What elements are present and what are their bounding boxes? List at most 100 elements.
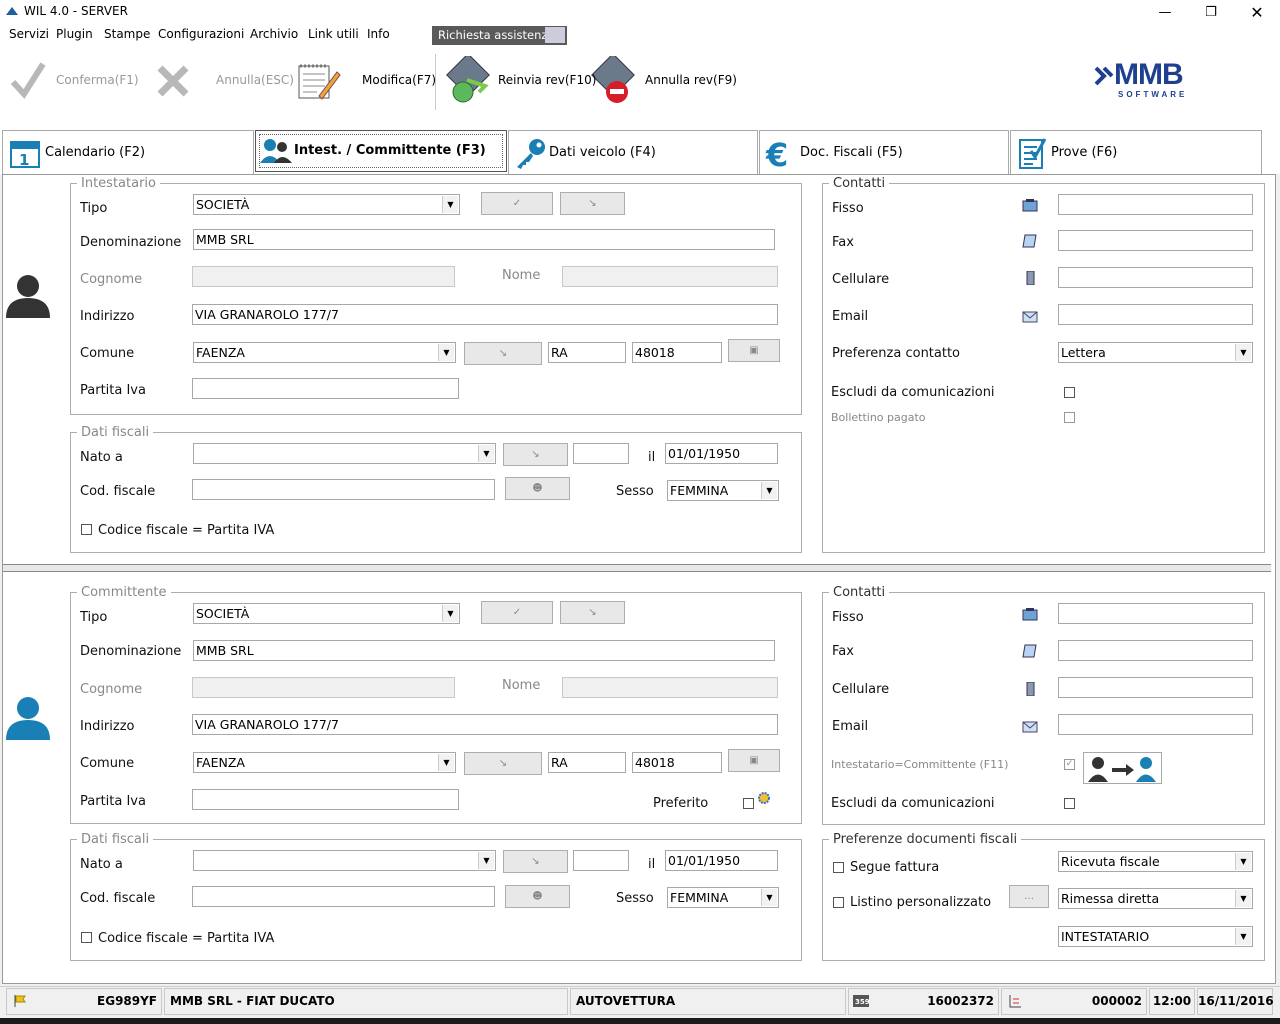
preferenza-select[interactable]: Lettera ▼ [1058, 342, 1253, 363]
comm-cap-input[interactable]: 48018 [632, 752, 722, 773]
minimize-button[interactable]: — [1142, 0, 1188, 24]
list-icon [1009, 995, 1021, 1008]
comm-address-map-button[interactable]: ▣ [728, 749, 780, 772]
fax-icon [1022, 234, 1037, 248]
provincia-input[interactable]: RA [548, 342, 626, 363]
menu-info[interactable]: Info [367, 27, 390, 41]
comm-cellulare-input[interactable] [1058, 677, 1253, 698]
email-input[interactable] [1058, 304, 1253, 325]
nato-prov-input[interactable] [573, 443, 629, 464]
status-tipo: AUTOVETTURA [570, 988, 846, 1015]
comm-sesso-select[interactable]: FEMMINA ▼ [667, 887, 779, 908]
comm-fisso-input[interactable] [1058, 603, 1253, 624]
listino-checkbox[interactable] [833, 897, 844, 908]
intestatario-user-icon [6, 275, 50, 318]
cancel-rev-button[interactable]: Annulla rev(F9) [645, 73, 737, 87]
address-map-button[interactable]: ▣ [728, 339, 780, 362]
int-eq-comm-checkbox[interactable]: ✓ [1064, 759, 1075, 770]
committente-legend: Committente [81, 585, 167, 600]
cellulare-input[interactable] [1058, 267, 1253, 288]
menu-servizi[interactable]: Servizi [9, 27, 49, 41]
tab-doc-fiscali-label: Doc. Fiscali (F5) [800, 145, 903, 160]
comm-denominazione-input[interactable]: MMB SRL [193, 640, 775, 661]
comm-tipo-action-button-1[interactable]: ✓ [481, 601, 553, 624]
assistance-button[interactable]: Richiesta assistenza [432, 26, 567, 45]
cf-input[interactable] [192, 479, 495, 500]
comm-nato-a-search-button[interactable]: ↘ [503, 850, 568, 873]
resend-rev-button[interactable]: Reinvia rev(F10) [498, 73, 596, 87]
fax-input[interactable] [1058, 230, 1253, 251]
copy-intestatario-button[interactable] [1083, 752, 1162, 784]
svg-text:359: 359 [855, 998, 869, 1006]
tab-intestatario[interactable]: Intest. / Committente (F3) [255, 130, 507, 172]
comm-email-input[interactable] [1058, 714, 1253, 735]
tipo-action-button-1[interactable]: ✓ [481, 192, 553, 215]
modify-button[interactable]: Modifica(F7) [362, 73, 436, 87]
menu-archivio[interactable]: Archivio [250, 27, 298, 41]
section-divider[interactable] [3, 564, 1271, 572]
menu-stampe[interactable]: Stampe [104, 27, 150, 41]
cognome-input[interactable] [192, 266, 455, 287]
comm-indirizzo-input[interactable]: VIA GRANAROLO 177/7 [192, 714, 778, 735]
comm-cognome-input[interactable] [192, 677, 455, 698]
cf-calc-button[interactable]: ☻ [505, 477, 570, 500]
comm-provincia-input[interactable]: RA [548, 752, 626, 773]
bollettino-checkbox[interactable] [1064, 412, 1075, 423]
segue-fattura-checkbox[interactable] [833, 862, 844, 873]
comm-fax-input[interactable] [1058, 640, 1253, 661]
comm-piva-input[interactable] [192, 789, 459, 810]
chevron-down-icon: ▼ [1235, 890, 1251, 907]
nato-a-search-button[interactable]: ↘ [503, 443, 568, 466]
tipo-action-button-2[interactable]: ↘ [560, 192, 625, 215]
denominazione-input[interactable]: MMB SRL [193, 229, 775, 250]
phone-icon [1022, 608, 1038, 621]
menu-link-utili[interactable]: Link utili [308, 27, 359, 41]
comm-data-nascita-input[interactable]: 01/01/1950 [665, 850, 778, 871]
cap-input[interactable]: 48018 [632, 342, 722, 363]
data-nascita-input[interactable]: 01/01/1950 [665, 443, 778, 464]
comm-comune-search-button[interactable]: ↘ [464, 752, 542, 775]
chevron-down-icon: ▼ [478, 445, 494, 462]
cancel-button[interactable]: Annulla(ESC) [216, 73, 294, 87]
piva-input[interactable] [192, 378, 459, 399]
tab-dati-veicolo[interactable]: Dati veicolo (F4) [508, 130, 758, 174]
nome-input[interactable] [562, 266, 778, 287]
comune-search-button[interactable]: ↘ [464, 342, 542, 365]
fisso-input[interactable] [1058, 194, 1253, 215]
cf-eq-piva-checkbox[interactable] [81, 524, 92, 535]
comm-nato-prov-input[interactable] [573, 850, 629, 871]
comm-tipo-select[interactable]: SOCIETÀ ▼ [193, 603, 460, 624]
comm-nato-a-label: Nato a [80, 857, 123, 872]
tab-calendario[interactable]: 1 Calendario (F2) [2, 130, 254, 174]
listino-button[interactable]: … [1009, 885, 1049, 908]
comune-select[interactable]: FAENZA ▼ [193, 342, 456, 363]
comm-cf-eq-piva-checkbox[interactable] [81, 932, 92, 943]
rimessa-select[interactable]: Rimessa diretta ▼ [1058, 888, 1253, 909]
escludi2-checkbox[interactable] [1064, 798, 1075, 809]
tab-doc-fiscali[interactable]: € Doc. Fiscali (F5) [759, 130, 1009, 174]
comm-nato-a-select[interactable]: ▼ [193, 850, 496, 871]
comm-tipo-action-button-2[interactable]: ↘ [560, 601, 625, 624]
tab-prove[interactable]: Prove (F6) [1010, 130, 1262, 174]
restore-button[interactable]: ❐ [1188, 0, 1234, 24]
cf-label: Cod. fiscale [80, 484, 156, 499]
nato-a-select[interactable]: ▼ [193, 443, 496, 464]
tipo-value: SOCIETÀ [196, 197, 250, 212]
tipo-select[interactable]: SOCIETÀ ▼ [193, 194, 460, 215]
menu-configurazioni[interactable]: Configurazioni [158, 27, 244, 41]
escludi1-checkbox[interactable] [1064, 387, 1075, 398]
ricevuta-select[interactable]: Ricevuta fiscale ▼ [1058, 851, 1253, 872]
confirm-button[interactable]: Conferma(F1) [56, 73, 139, 87]
ricevuta-value: Ricevuta fiscale [1061, 854, 1160, 869]
sesso-select[interactable]: FEMMINA ▼ [667, 480, 779, 501]
comm-cf-label: Cod. fiscale [80, 891, 156, 906]
comm-cf-calc-button[interactable]: ☻ [505, 885, 570, 908]
destinatario-select[interactable]: INTESTATARIO ▼ [1058, 926, 1253, 947]
comm-cf-input[interactable] [192, 886, 495, 907]
close-button[interactable]: ✕ [1234, 0, 1280, 24]
preferito-checkbox[interactable] [743, 798, 754, 809]
comm-comune-select[interactable]: FAENZA ▼ [193, 752, 456, 773]
comm-nome-input[interactable] [562, 677, 778, 698]
indirizzo-input[interactable]: VIA GRANAROLO 177/7 [192, 304, 778, 325]
menu-plugin[interactable]: Plugin [56, 27, 93, 41]
